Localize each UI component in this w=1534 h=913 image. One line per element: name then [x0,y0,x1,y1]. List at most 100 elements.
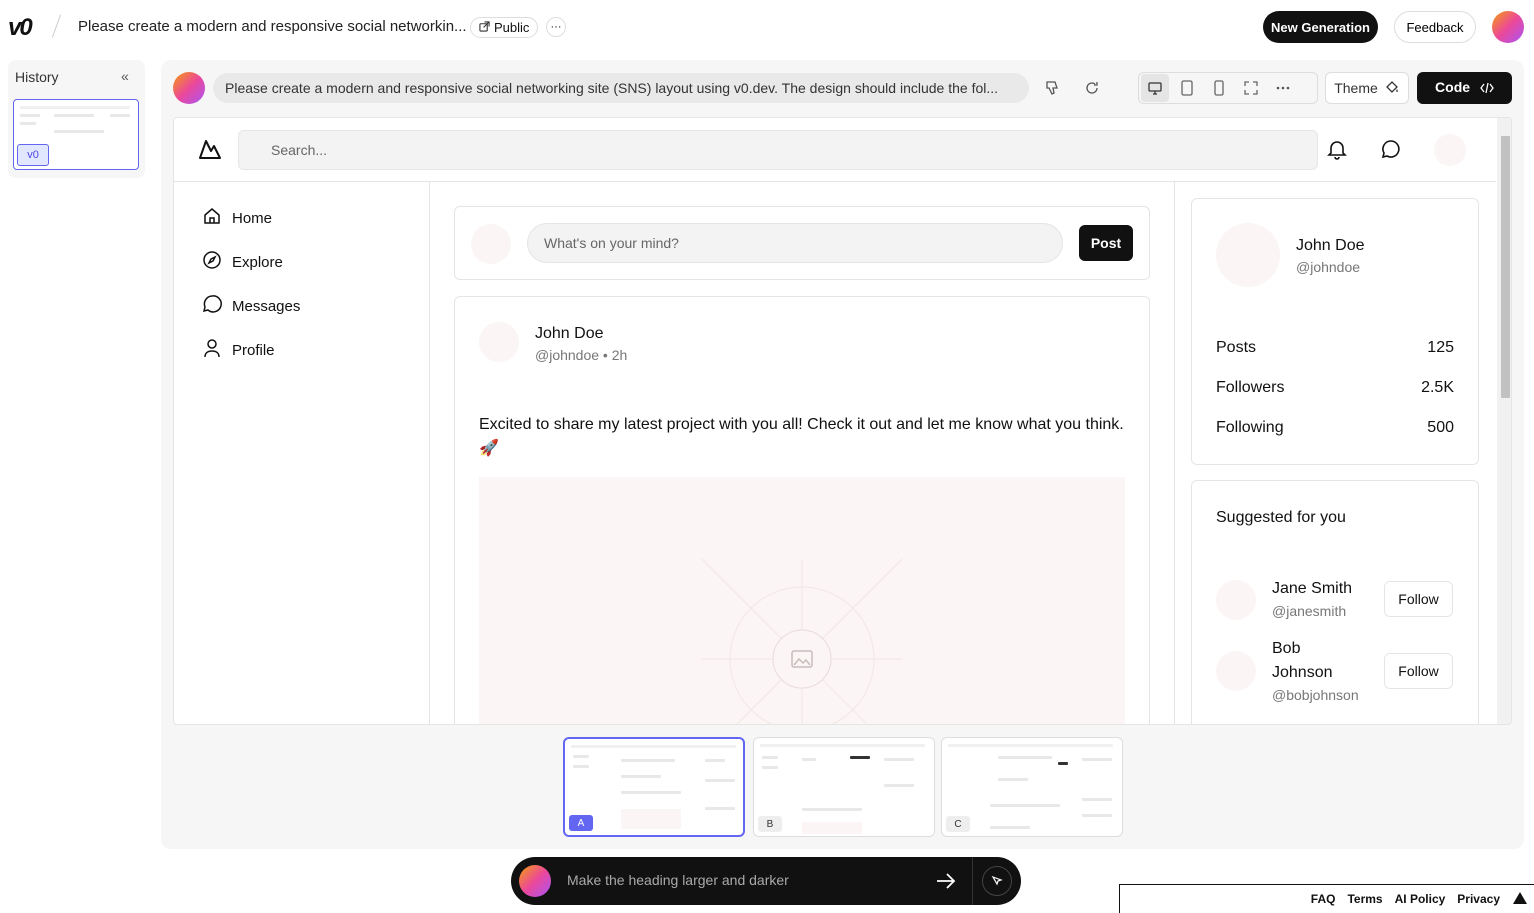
compass-icon [202,250,222,274]
suggested-card: Suggested for you Jane Smith @janesmith … [1191,480,1479,724]
thumb-line [884,758,914,761]
history-label: History [15,69,59,85]
thumb-line [762,756,778,759]
more-options-button[interactable]: ··· [546,17,566,37]
profile-name: John Doe [1296,237,1365,254]
fullscreen-icon[interactable] [1237,74,1265,102]
composer-input[interactable]: What's on your mind? [527,223,1063,263]
v0-logo[interactable]: v0 [8,14,33,42]
bell-icon[interactable] [1326,138,1348,165]
suggested-user-name[interactable]: Jane Smith [1272,577,1352,601]
avatar[interactable] [1216,651,1256,691]
thumb-line [802,808,862,811]
chat-icon[interactable] [1380,138,1402,165]
version-label: A [569,815,593,831]
device-toggle [1138,72,1318,104]
post-meta: @johndoe • 2h [535,347,628,363]
desktop-icon[interactable] [1141,74,1169,102]
thumb-line [948,744,1113,747]
select-element-icon[interactable] [982,866,1012,896]
thumb-line [1058,762,1068,765]
thumb-line [20,114,40,117]
avatar[interactable] [479,322,519,362]
post-button[interactable]: Post [1079,225,1133,261]
stat-label: Following [1216,419,1284,436]
feedback-button[interactable]: Feedback [1394,11,1476,43]
app-header: Search... [174,118,1496,182]
search-input[interactable]: Search... [238,130,1318,170]
thumb-line [760,744,925,747]
version-badge: v0 [17,144,49,166]
sidebar-item-label: Explore [232,253,283,271]
thumb-line [705,779,735,782]
mobile-icon[interactable] [1205,74,1233,102]
thumb-line [990,826,1030,829]
visibility-button[interactable]: Public [470,17,539,38]
visibility-label: Public [494,20,530,35]
prompt-text[interactable]: Please create a modern and responsive so… [213,73,1029,103]
avatar[interactable] [1216,580,1256,620]
share-icon [479,20,490,35]
send-arrow-icon[interactable] [935,871,957,896]
thumb-line [705,807,735,810]
refresh-icon[interactable] [1078,74,1106,102]
sidebar-item-explore[interactable]: Explore [202,250,283,274]
footer-link-faq[interactable]: FAQ [1311,892,1336,906]
thumb-line [110,114,130,117]
footer-link-terms[interactable]: Terms [1347,892,1382,906]
chat-avatar [519,865,551,897]
history-panel: History « v0 [8,60,145,178]
message-icon [202,294,222,318]
footer-link-privacy[interactable]: Privacy [1457,892,1500,906]
more-icon[interactable] [1269,74,1297,102]
version-thumb-a[interactable]: A [563,737,745,837]
theme-label: Theme [1334,80,1378,96]
collapse-icon[interactable]: « [121,68,129,84]
thumbs-down-icon[interactable] [1038,74,1066,102]
mountain-logo-icon[interactable] [198,138,222,165]
suggested-user-name[interactable]: Bob Johnson [1272,637,1362,685]
footer-link-ai-policy[interactable]: AI Policy [1395,892,1446,906]
tablet-icon[interactable] [1173,74,1201,102]
theme-button[interactable]: Theme [1325,72,1409,104]
thumb-line [762,766,778,769]
thumb-line [20,106,130,109]
sidebar-item-profile[interactable]: Profile [202,338,275,362]
vercel-triangle-icon[interactable] [1512,891,1528,908]
project-title[interactable]: Please create a modern and responsive so… [78,18,467,35]
thumb-line [998,756,1052,759]
post-author[interactable]: John Doe [535,325,604,343]
divider [972,857,973,905]
thumb-line [621,791,681,794]
code-button[interactable]: Code [1417,72,1512,104]
thumb-line [621,759,675,762]
post-image-placeholder[interactable] [479,477,1125,724]
version-thumb-b[interactable]: B [753,737,935,837]
chat-bar: Make the heading larger and darker [511,857,1021,905]
follow-button[interactable]: Follow [1384,581,1453,617]
paint-bucket-icon [1384,79,1400,98]
thumb-line [884,784,914,787]
preview-frame: Search... Home Explore Messages Profile … [173,117,1512,725]
avatar[interactable] [1216,223,1280,287]
chat-input[interactable]: Make the heading larger and darker [567,872,789,888]
avatar [471,224,511,264]
sidebar-item-home[interactable]: Home [202,206,272,230]
version-label: B [758,816,782,832]
thumb-line [802,758,816,761]
scrollbar[interactable] [1497,118,1511,724]
scrollbar-thumb[interactable] [1501,136,1510,398]
history-thumbnail[interactable]: v0 [13,99,139,170]
right-sidebar: John Doe @johndoe Posts 125 Followers 2.… [1175,182,1496,724]
follow-button[interactable]: Follow [1384,653,1453,689]
sidebar-item-messages[interactable]: Messages [202,294,300,318]
new-generation-button[interactable]: New Generation [1263,11,1378,43]
user-avatar[interactable] [1492,11,1524,43]
thumb-line [705,759,725,762]
suggested-title: Suggested for you [1216,509,1346,526]
post-text: Excited to share my latest project with … [479,416,1124,457]
header-avatar[interactable] [1434,134,1466,166]
main-panel: Please create a modern and responsive so… [161,60,1524,849]
version-thumb-c[interactable]: C [941,737,1123,837]
thumb-line [20,122,36,125]
